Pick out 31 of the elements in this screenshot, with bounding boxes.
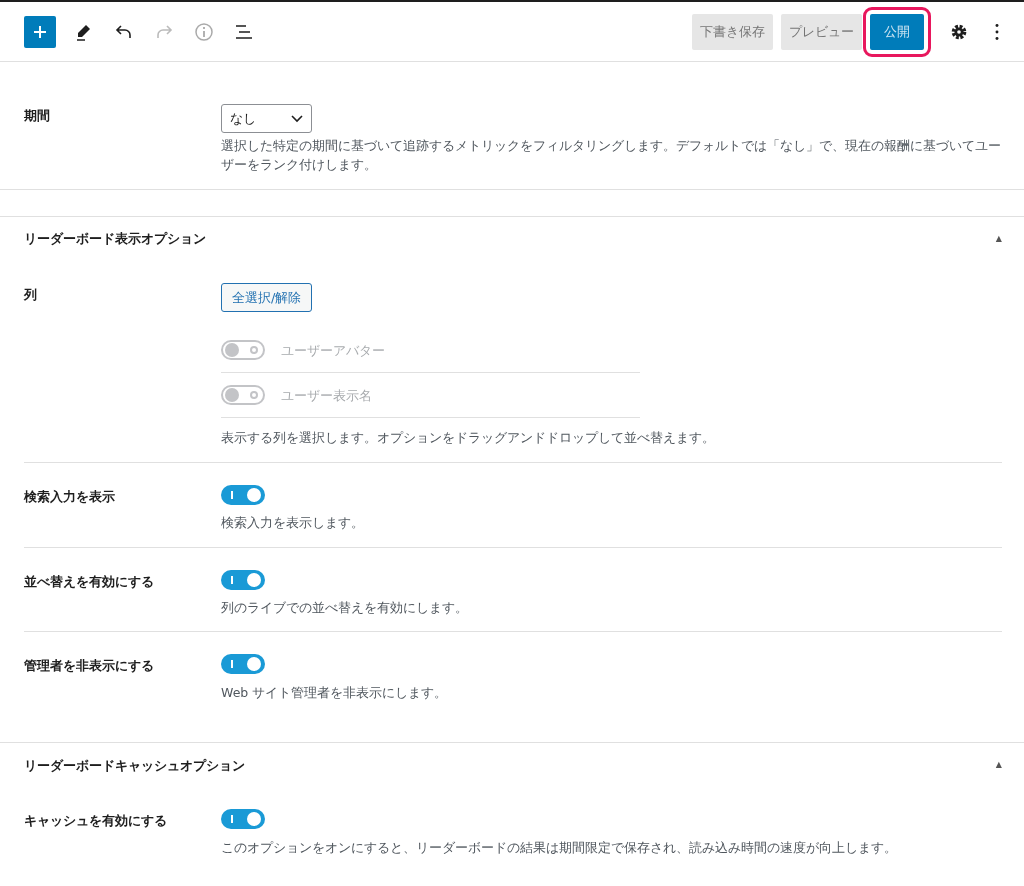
- toggle-switch[interactable]: [221, 569, 265, 590]
- setting-label: 管理者を非表示にする: [24, 657, 155, 676]
- preview-button[interactable]: プレビュー: [781, 13, 862, 50]
- toggle-switch[interactable]: [221, 654, 265, 675]
- help-text: 検索入力を表示します。: [221, 514, 365, 533]
- plus-icon: [32, 23, 48, 40]
- collapse-toggle[interactable]: ▲: [995, 759, 1002, 772]
- select-all-button[interactable]: 全選択/解除: [221, 282, 313, 313]
- help-text: このオプションをオンにすると、リーダーボードの結果は期間限定で保存され、読み込み時間の速度が向上します。: [221, 838, 898, 857]
- toggle-switch[interactable]: [221, 484, 265, 505]
- select-field[interactable]: なし: [221, 104, 312, 133]
- help-text: 列のライブでの並べ替えを有効にします。: [221, 599, 469, 617]
- setting-label: キャッシュを有効にする: [24, 812, 168, 831]
- option-label: ユーザーアバター: [281, 341, 385, 360]
- setting-label: 期間: [24, 107, 51, 125]
- chevron-down-icon: [291, 114, 303, 123]
- add-block-button[interactable]: [24, 15, 56, 48]
- toggle-switch[interactable]: [221, 809, 265, 830]
- toggle-switch[interactable]: [221, 340, 265, 361]
- help-text: Web サイト管理者を非表示にします。: [221, 683, 449, 702]
- help-text: 表示する列を選択します。オプションをドラッグアンドドロップして並べ替えます。: [221, 429, 716, 448]
- collapse-toggle[interactable]: ▲: [995, 232, 1002, 245]
- toggle-switch[interactable]: [221, 385, 265, 406]
- setting-label: 検索入力を表示: [24, 487, 116, 506]
- help-text: 選択した特定の期間に基づいて追跡するメトリックをフィルタリングします。デフォルトでは「なし」で、現在の報酬に基づいてユーザーをランク付けします。: [221, 137, 1002, 175]
- setting-label: 列: [24, 285, 38, 304]
- setting-label: 並べ替えを有効にする: [24, 572, 155, 591]
- save-draft-button[interactable]: 下書き保存: [692, 13, 773, 50]
- option-label: ユーザー表示名: [281, 386, 372, 405]
- section-title: リーダーボード表示オプション: [24, 230, 206, 248]
- section-title: リーダーボードキャッシュオプション: [24, 756, 245, 775]
